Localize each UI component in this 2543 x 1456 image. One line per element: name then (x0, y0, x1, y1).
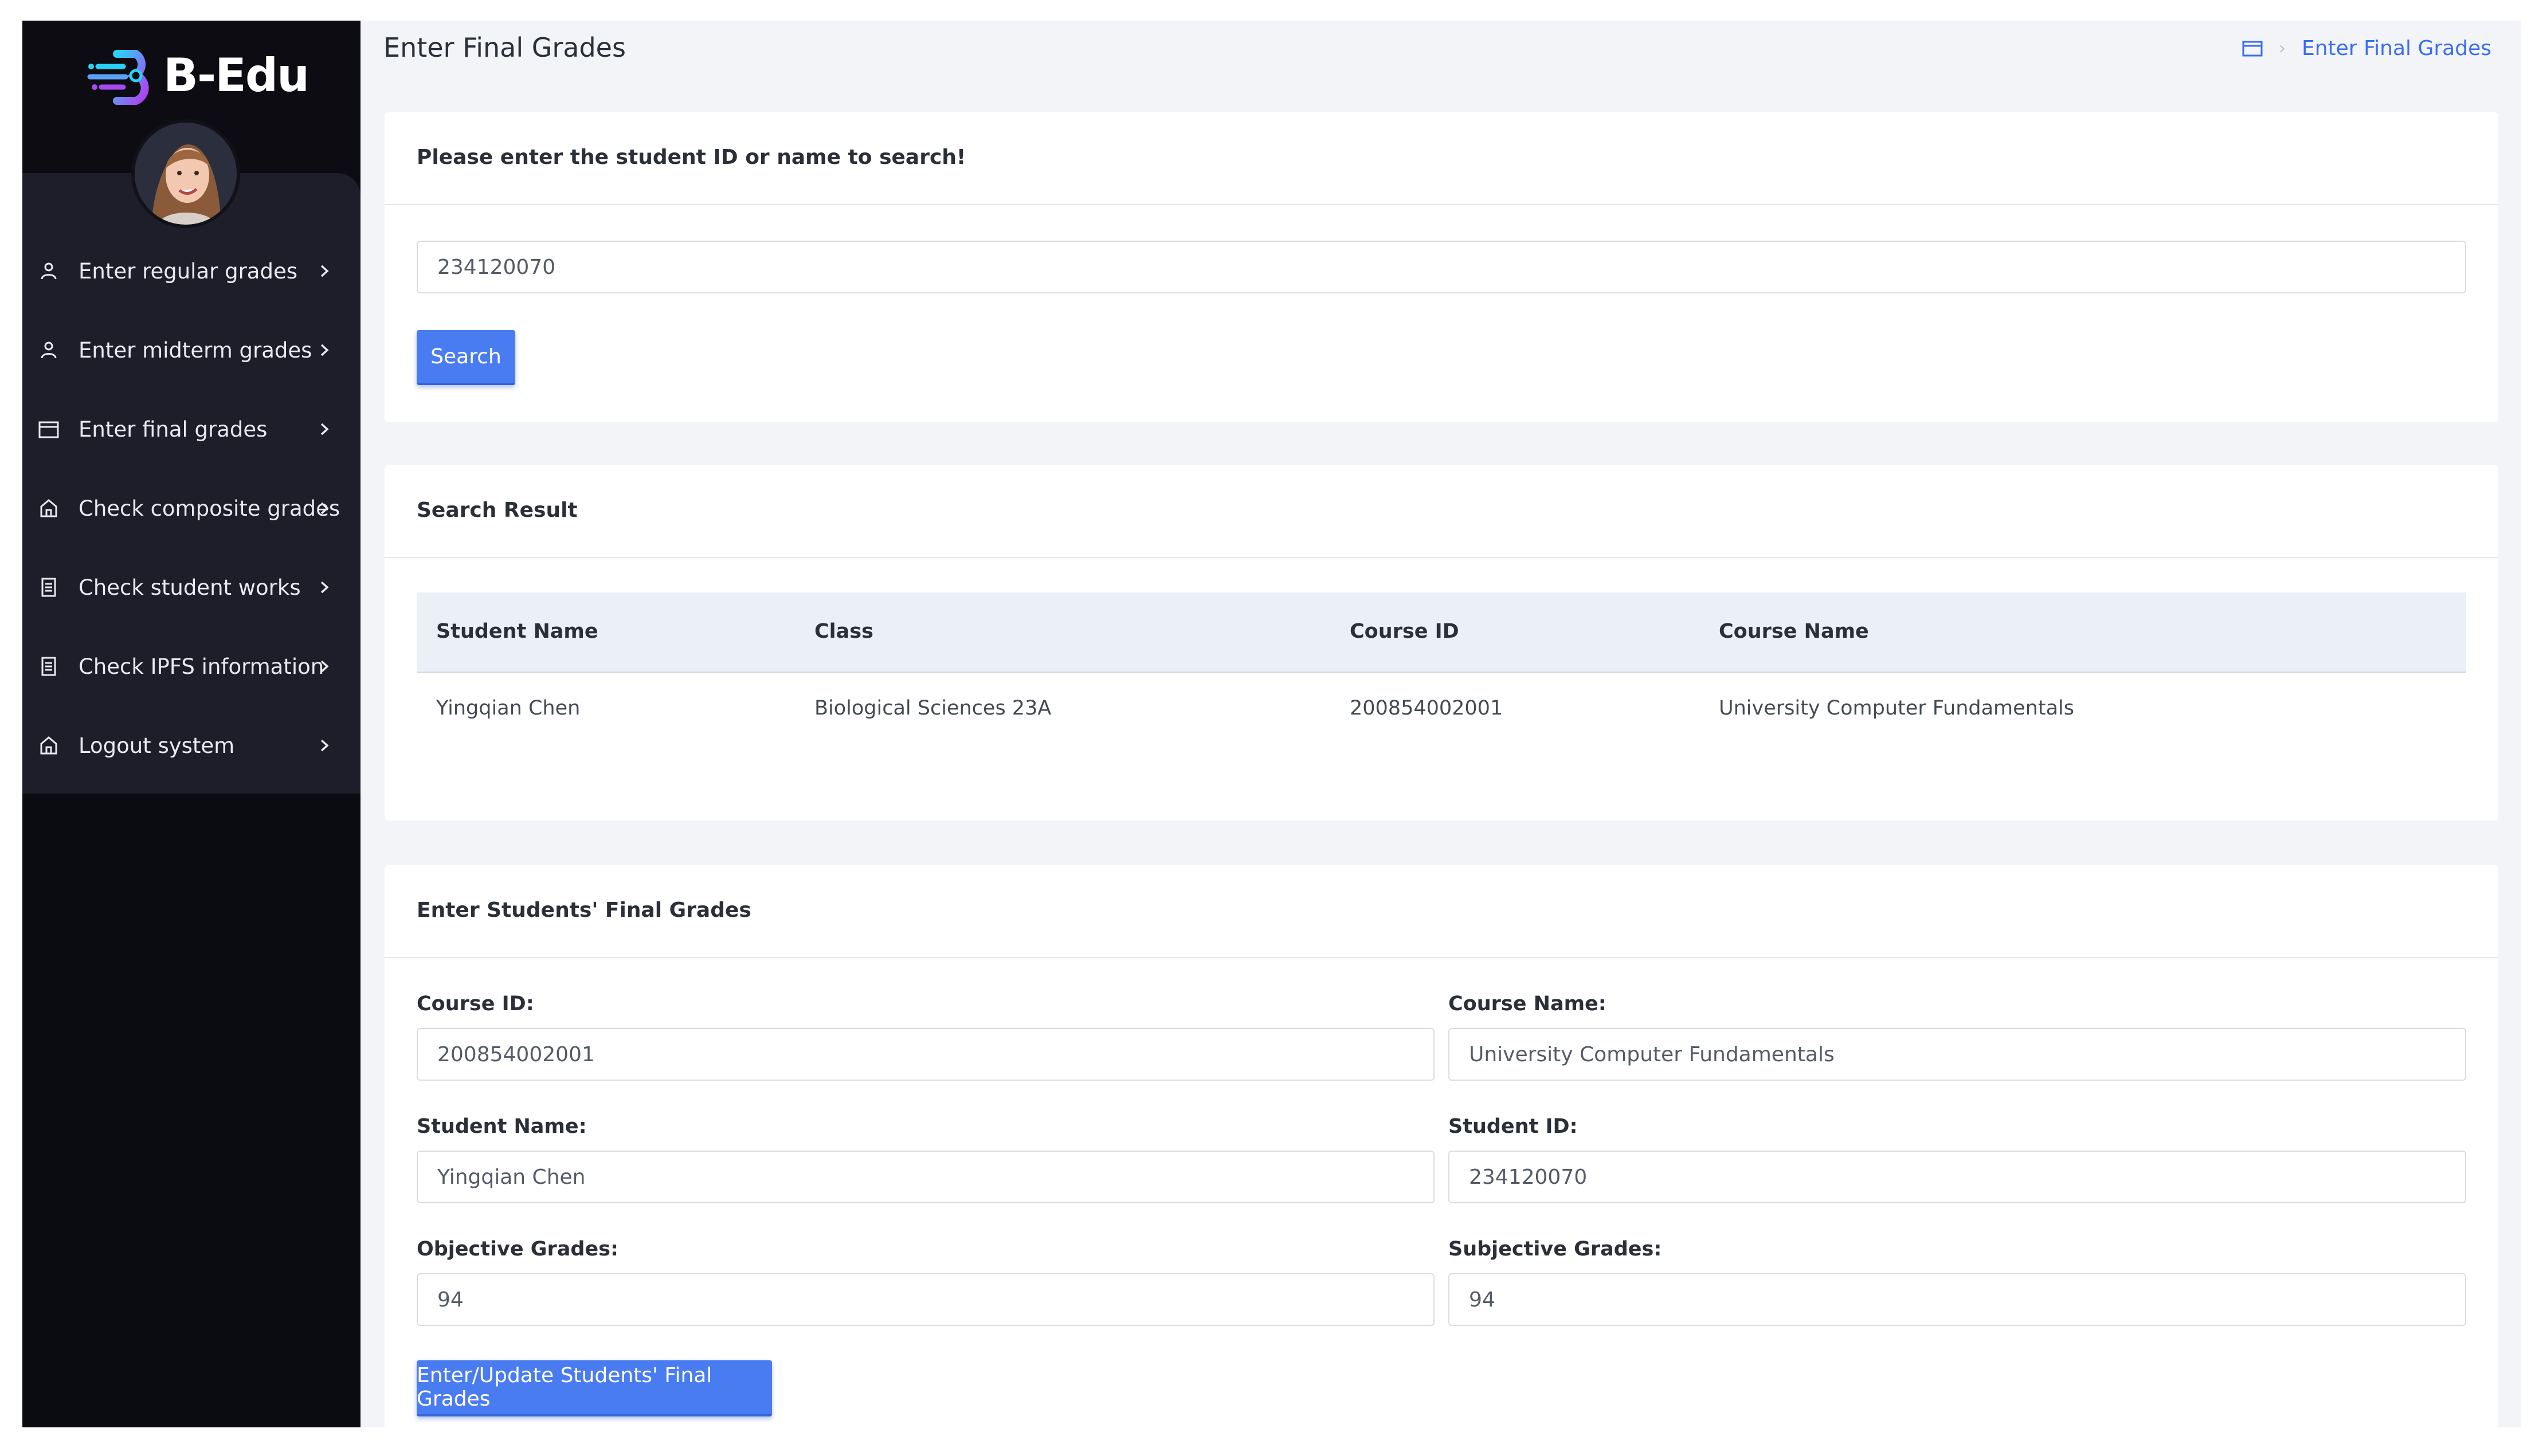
chevron-right-icon (320, 502, 329, 515)
avatar-image (135, 123, 237, 225)
course-name-field[interactable]: University Computer Fundamentals (1448, 1028, 2466, 1081)
app-window: B-Edu Enter regular grades Enter midterm… (22, 21, 2521, 1427)
student-name-field[interactable]: Yingqian Chen (417, 1151, 1435, 1203)
home-icon (37, 734, 60, 757)
calendar-icon (37, 418, 60, 441)
sidebar-item-check-composite-grades[interactable]: Check composite grades (22, 469, 361, 548)
chevron-right-icon (320, 265, 329, 277)
course-name-label: Course Name: (1448, 992, 1606, 1015)
student-id-label: Student ID: (1448, 1115, 1578, 1138)
document-icon (37, 655, 60, 678)
cell-class: Biological Sciences 23A (814, 697, 1052, 720)
sidebar-item-check-ipfs-information[interactable]: Check IPFS information (22, 627, 361, 706)
search-result-card: Search Result Student Name Class Course … (385, 465, 2498, 821)
breadcrumb-separator-icon: › (2279, 38, 2286, 58)
form-card-title: Enter Students' Final Grades (417, 898, 751, 922)
document-icon (37, 576, 60, 599)
column-header-class: Class (814, 620, 873, 643)
search-input[interactable]: 234120070 (417, 241, 2466, 293)
student-name-label: Student Name: (417, 1115, 587, 1138)
column-header-course-name: Course Name (1719, 620, 1869, 643)
search-card: Please enter the student ID or name to s… (385, 112, 2498, 422)
search-result-header: Search Result (385, 465, 2498, 558)
search-button[interactable]: Search (417, 330, 515, 385)
logo-icon (87, 50, 149, 105)
chevron-right-icon (320, 739, 329, 752)
chevron-right-icon (320, 423, 329, 435)
sidebar-item-label: Check composite grades (79, 496, 340, 521)
sidebar-item-label: Enter regular grades (79, 258, 297, 284)
chevron-right-icon (320, 581, 329, 594)
cell-course-name: University Computer Fundamentals (1719, 697, 2074, 720)
search-card-title: Please enter the student ID or name to s… (417, 146, 966, 169)
sidebar-item-label: Enter final grades (79, 417, 268, 442)
sidebar-item-label: Logout system (79, 733, 235, 758)
sidebar-item-enter-midterm-grades[interactable]: Enter midterm grades (22, 311, 361, 390)
sidebar-menu: Enter regular grades Enter midterm grade… (22, 231, 361, 785)
chevron-right-icon (320, 344, 329, 356)
course-id-label: Course ID: (417, 992, 534, 1015)
user-icon (37, 339, 60, 362)
student-id-field[interactable]: 234120070 (1448, 1151, 2466, 1203)
breadcrumb: › Enter Final Grades (2242, 37, 2491, 60)
course-id-field[interactable]: 200854002001 (417, 1028, 1435, 1081)
main-content: Enter Final Grades › Enter Final Grades … (361, 21, 2521, 1427)
search-result-title: Search Result (417, 499, 578, 522)
objective-grades-field[interactable]: 94 (417, 1273, 1435, 1326)
final-grades-form-card: Enter Students' Final Grades Course ID: … (385, 865, 2498, 1427)
avatar[interactable] (131, 119, 240, 228)
cell-course-id: 200854002001 (1350, 697, 1503, 720)
table-header: Student Name Class Course ID Course Name (417, 592, 2466, 673)
sidebar-item-label: Check student works (79, 575, 301, 600)
sidebar-item-logout-system[interactable]: Logout system (22, 706, 361, 785)
page-title: Enter Final Grades (383, 32, 626, 63)
sidebar-item-label: Enter midterm grades (79, 337, 312, 363)
search-card-header: Please enter the student ID or name to s… (385, 112, 2498, 205)
logo[interactable]: B-Edu (85, 44, 309, 107)
chevron-right-icon (320, 660, 329, 673)
logo-text: B-Edu (163, 48, 309, 102)
column-header-course-id: Course ID (1350, 620, 1459, 643)
submit-final-grades-button[interactable]: Enter/Update Students' Final Grades (417, 1360, 772, 1416)
column-header-student-name: Student Name (436, 620, 598, 643)
breadcrumb-current[interactable]: Enter Final Grades (2302, 37, 2491, 60)
form-card-header: Enter Students' Final Grades (385, 865, 2498, 958)
subjective-grades-label: Subjective Grades: (1448, 1238, 1662, 1261)
sidebar-item-label: Check IPFS information (79, 654, 324, 679)
sidebar-item-enter-final-grades[interactable]: Enter final grades (22, 390, 361, 469)
objective-grades-label: Objective Grades: (417, 1238, 618, 1261)
calendar-icon[interactable] (2242, 40, 2263, 57)
sidebar: B-Edu Enter regular grades Enter midterm… (22, 21, 361, 1427)
home-icon (37, 497, 60, 520)
sidebar-item-check-student-works[interactable]: Check student works (22, 548, 361, 627)
cell-student-name: Yingqian Chen (436, 697, 581, 720)
user-icon (37, 260, 60, 282)
subjective-grades-field[interactable]: 94 (1448, 1273, 2466, 1326)
sidebar-item-enter-regular-grades[interactable]: Enter regular grades (22, 231, 361, 311)
